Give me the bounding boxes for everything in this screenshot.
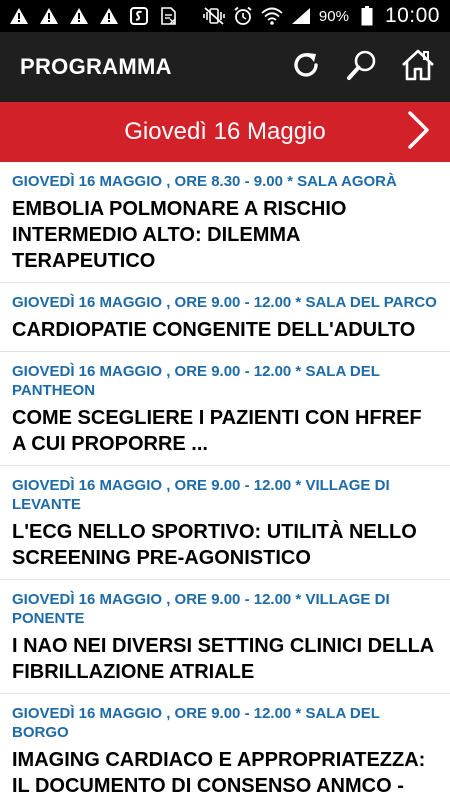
session-list: GIOVEDÌ 16 MAGGIO , ORE 8.30 - 9.00 * SA… [0,162,450,800]
page-title: PROGRAMMA [20,54,172,79]
refresh-icon [290,49,322,86]
document-icon [158,5,180,27]
home-icon [401,49,435,86]
signal-icon [290,5,312,27]
session-meta: GIOVEDÌ 16 MAGGIO , ORE 9.00 - 12.00 * S… [12,294,437,311]
session-title: IMAGING CARDIACO E APPROPRIATEZZA: IL DO… [12,749,426,797]
warning-icon [98,5,120,27]
session-meta: GIOVEDÌ 16 MAGGIO , ORE 9.00 - 12.00 * S… [12,705,380,741]
session-meta: GIOVEDÌ 16 MAGGIO , ORE 9.00 - 12.00 * V… [12,477,390,513]
session-title: L'ECG NELLO SPORTIVO: UTILITÀ NELLO SCRE… [12,521,417,569]
list-item[interactable]: GIOVEDÌ 16 MAGGIO , ORE 9.00 - 12.00 * S… [0,352,450,466]
session-title: EMBOLIA POLMONARE A RISCHIO INTERMEDIO A… [12,198,347,272]
list-item[interactable]: GIOVEDÌ 16 MAGGIO , ORE 9.00 - 12.00 * S… [0,694,450,800]
warning-icon [8,5,30,27]
session-meta: GIOVEDÌ 16 MAGGIO , ORE 9.00 - 12.00 * V… [12,591,390,627]
session-title: COME SCEGLIERE I PAZIENTI CON HFrEF A CU… [12,407,422,455]
battery-percent: 90% [318,7,349,25]
session-title: CARDIOPATIE CONGENITE DELL'ADULTO [12,319,416,341]
chevron-right-icon [406,110,432,155]
app-toolbar: PROGRAMMA [0,32,450,102]
home-button[interactable] [390,39,446,95]
warning-icon [68,5,90,27]
list-item[interactable]: GIOVEDÌ 16 MAGGIO , ORE 9.00 - 12.00 * V… [0,580,450,694]
status-left-icons [8,5,180,27]
date-label: Giovedì 16 Maggio [124,118,326,145]
next-day-button[interactable] [404,110,434,154]
list-item[interactable]: GIOVEDÌ 16 MAGGIO , ORE 9.00 - 12.00 * V… [0,466,450,580]
battery-icon [356,5,378,27]
session-meta: GIOVEDÌ 16 MAGGIO , ORE 9.00 - 12.00 * S… [12,363,380,399]
refresh-button[interactable] [278,39,334,95]
search-icon [346,49,378,86]
app-notification-icon [128,5,150,27]
warning-icon [38,5,60,27]
vibrate-mute-icon [203,5,225,27]
session-title: I NAO NEI DIVERSI SETTING CLINICI DELLA … [12,635,434,683]
date-bar: Giovedì 16 Maggio [0,102,450,162]
session-meta: GIOVEDÌ 16 MAGGIO , ORE 8.30 - 9.00 * SA… [12,173,397,190]
list-item[interactable]: GIOVEDÌ 16 MAGGIO , ORE 8.30 - 9.00 * SA… [0,162,450,283]
list-item[interactable]: GIOVEDÌ 16 MAGGIO , ORE 9.00 - 12.00 * S… [0,283,450,352]
search-button[interactable] [334,39,390,95]
status-bar: 90% 10:00 [0,0,450,32]
status-right-icons: 90% 10:00 [203,4,440,28]
wifi-icon [261,5,283,27]
clock: 10:00 [384,4,440,27]
alarm-icon [232,5,254,27]
